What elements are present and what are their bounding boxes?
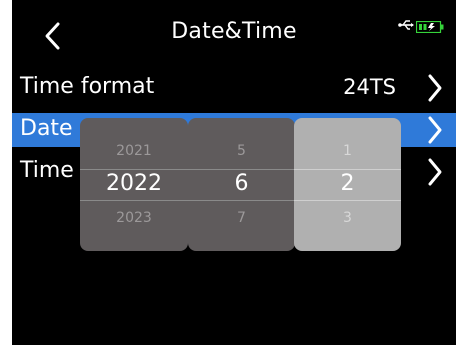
chevron-right-icon [428,74,442,102]
date-time-screen: Date&Time Time format 24TS Date Time 202… [12,0,456,345]
month-picker-column[interactable]: 5 6 7 [188,118,295,251]
selection-divider [294,169,401,170]
day-option-selected[interactable]: 2 [294,171,401,196]
battery-charging-icon [416,21,444,33]
selection-divider [294,200,401,201]
chevron-right-icon [428,158,442,186]
selection-divider [188,169,295,170]
month-option-prev[interactable]: 5 [188,143,295,159]
usb-icon [398,18,414,35]
day-picker-column[interactable]: 1 2 3 [294,118,401,251]
header-bar: Date&Time [12,0,456,70]
row-label-time: Time [20,158,74,183]
year-picker-column[interactable]: 2021 2022 2023 [80,118,188,251]
year-option-prev[interactable]: 2021 [80,143,188,159]
selection-divider [80,200,188,201]
page-title: Date&Time [171,19,297,44]
row-label-date: Date [20,116,73,141]
row-value-time-format: 24TS [343,75,396,99]
selection-divider [188,200,295,201]
row-label-time-format: Time format [20,74,155,99]
year-option-next[interactable]: 2023 [80,210,188,226]
day-option-prev[interactable]: 1 [294,143,401,159]
selection-divider [80,169,188,170]
day-option-next[interactable]: 3 [294,210,401,226]
row-time-format[interactable]: Time format 24TS [12,71,456,105]
year-option-selected[interactable]: 2022 [80,171,188,196]
chevron-right-icon [428,116,442,144]
month-option-selected[interactable]: 6 [188,171,295,196]
month-option-next[interactable]: 7 [188,210,295,226]
